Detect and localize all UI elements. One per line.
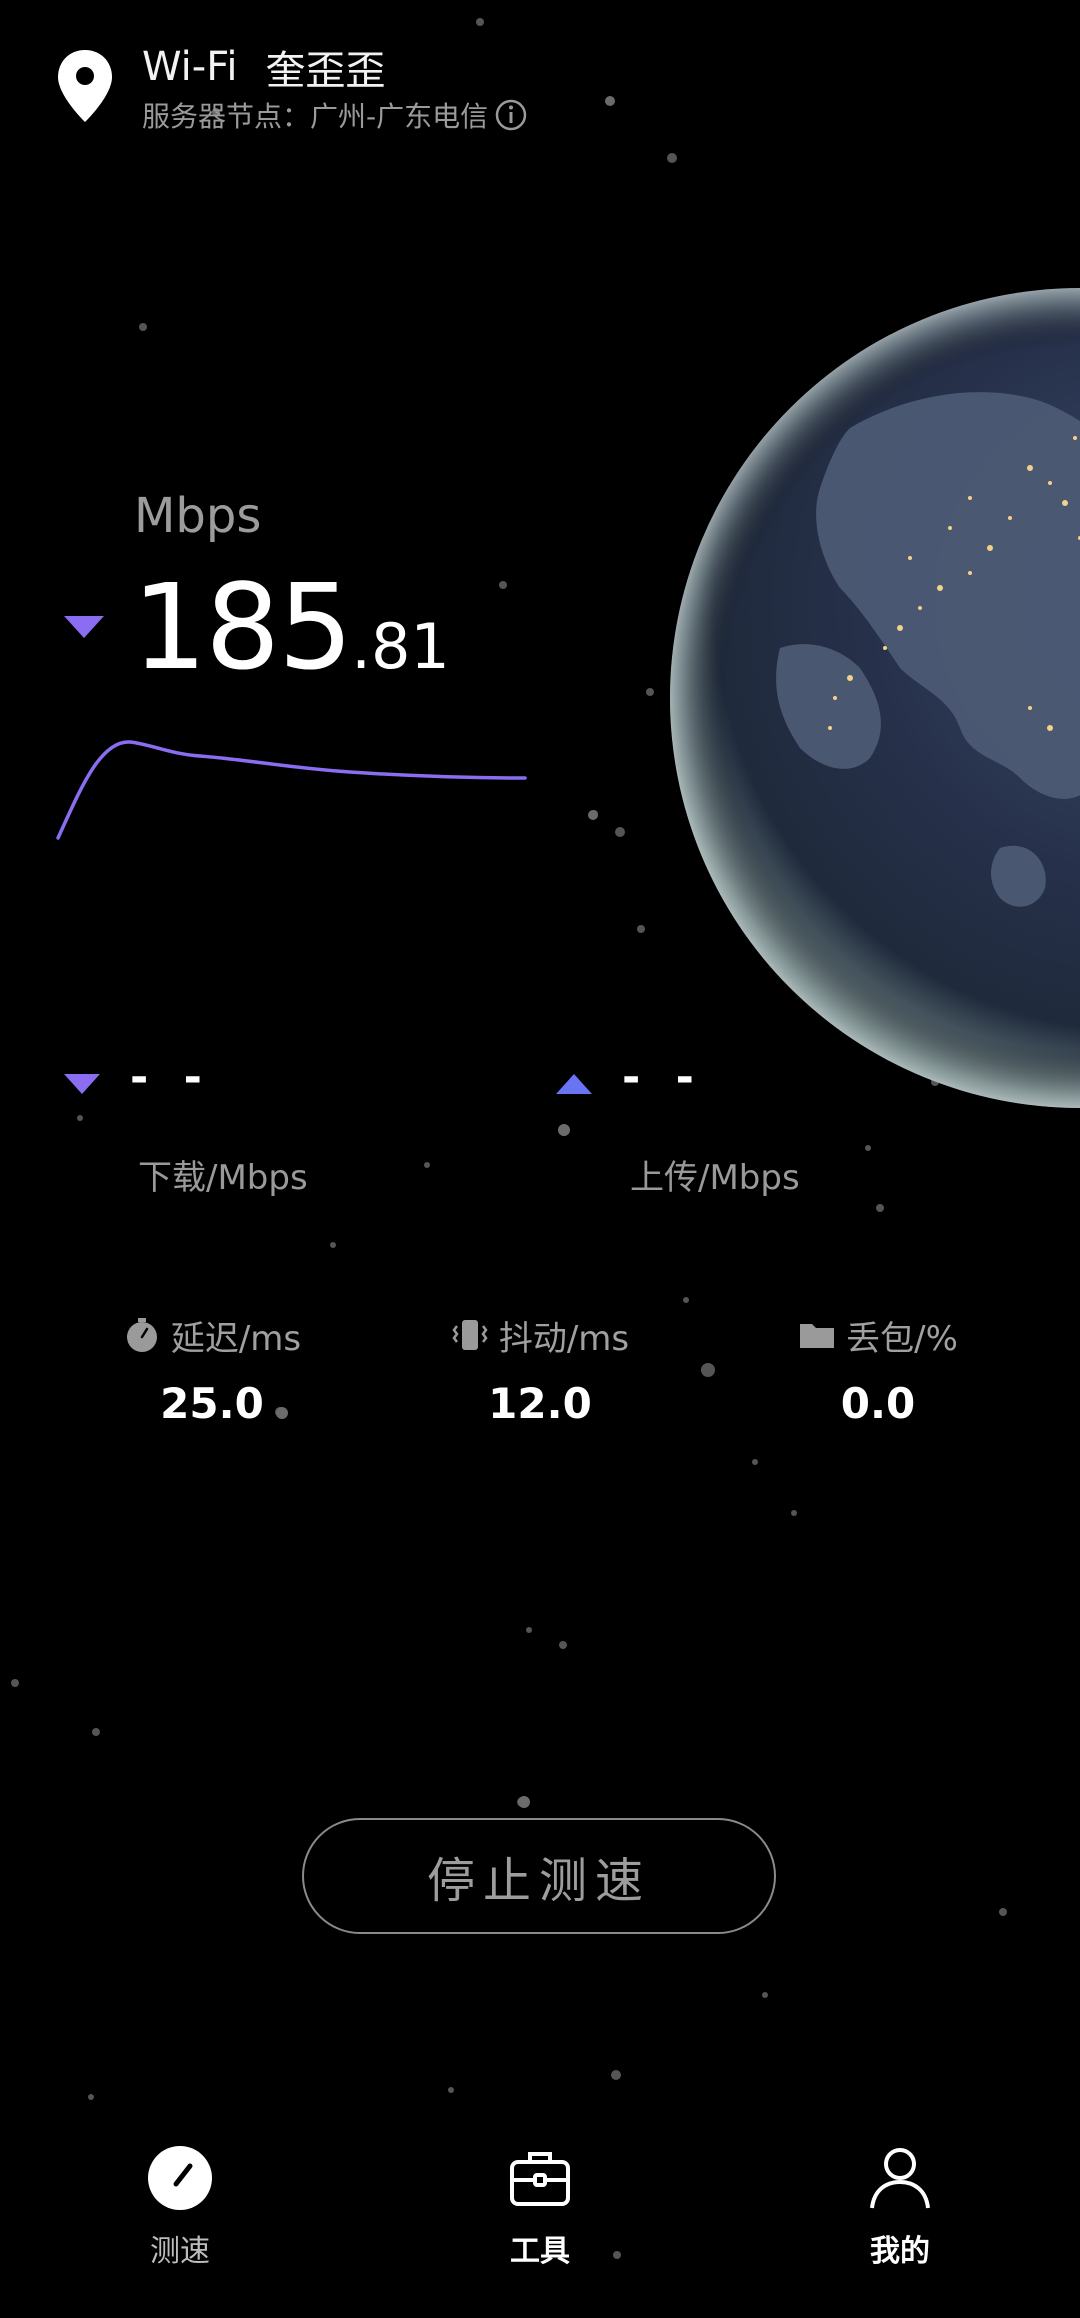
download-value: - - [130, 1052, 212, 1103]
network-name-label: 奎歪歪 [265, 48, 386, 94]
jitter-value: 12.0 [488, 1379, 592, 1428]
packet-loss-value: 0.0 [840, 1379, 916, 1428]
tab-speedtest-label: 测速 [150, 2234, 210, 2269]
upload-triangle-icon [556, 1074, 592, 1094]
packet-loss-label: 丢包/% [846, 1318, 958, 1359]
jitter-header: 抖动/ms [420, 1305, 660, 1365]
info-circle-icon[interactable] [494, 98, 528, 132]
speed-integer-part: 185 [132, 558, 353, 696]
stop-test-button[interactable]: 停止测速 [302, 1818, 776, 1934]
speed-trend-line [56, 740, 527, 840]
network-info-row: Wi-Fi 奎歪歪 [142, 38, 385, 96]
server-node-row[interactable]: 服务器节点： 广州-广东电信 [142, 90, 528, 140]
download-triangle-icon [64, 616, 104, 638]
speed-unit-label: Mbps [134, 488, 262, 544]
location-pin-icon [58, 50, 112, 122]
network-header: Wi-Fi 奎歪歪 服务器节点： 广州-广东电信 [50, 38, 950, 148]
vibration-icon [452, 1320, 488, 1350]
latency-label: 延迟/ms [170, 1318, 302, 1359]
server-node-value: 广州-广东电信 [310, 100, 489, 133]
download-triangle-icon [64, 1074, 100, 1094]
tab-tools[interactable]: 工具 [450, 2130, 630, 2290]
folder-icon [800, 1324, 835, 1348]
tab-tools-label: 工具 [510, 2234, 570, 2269]
current-speed-value: 185.81 [132, 558, 450, 696]
latency-metric: 延迟/ms 25.0 [92, 1305, 332, 1445]
tab-profile-label: 我的 [870, 2234, 930, 2269]
earth-globe-image [670, 288, 1080, 1108]
upload-value: - - [622, 1052, 704, 1103]
network-type-label: Wi-Fi [142, 44, 238, 90]
server-node-label: 服务器节点： [142, 100, 311, 133]
bottom-tab-bar: 测速 工具 我的 [0, 2130, 1080, 2290]
person-icon [870, 2148, 930, 2209]
tab-speedtest[interactable]: 测速 [90, 2130, 270, 2290]
packet-loss-metric: 丢包/% 0.0 [758, 1305, 998, 1445]
download-result: - - 下载/Mbps [64, 1052, 484, 1200]
download-label: 下载/Mbps [138, 1158, 308, 1198]
packet-loss-header: 丢包/% [758, 1305, 998, 1365]
speedtest-screen: Wi-Fi 奎歪歪 服务器节点： 广州-广东电信 Mbps 185.81 - -… [0, 0, 1080, 2318]
upload-result: - - 上传/Mbps [556, 1052, 976, 1200]
jitter-metric: 抖动/ms 12.0 [420, 1305, 660, 1445]
timer-icon [126, 1318, 157, 1352]
tab-profile[interactable]: 我的 [810, 2130, 990, 2290]
upload-label: 上传/Mbps [630, 1158, 800, 1198]
latency-value: 25.0 [160, 1379, 264, 1428]
speedometer-icon [148, 2146, 212, 2210]
toolbox-icon [510, 2152, 570, 2206]
latency-header: 延迟/ms [92, 1305, 332, 1365]
speed-decimal-part: .81 [351, 610, 450, 683]
jitter-label: 抖动/ms [498, 1318, 630, 1359]
